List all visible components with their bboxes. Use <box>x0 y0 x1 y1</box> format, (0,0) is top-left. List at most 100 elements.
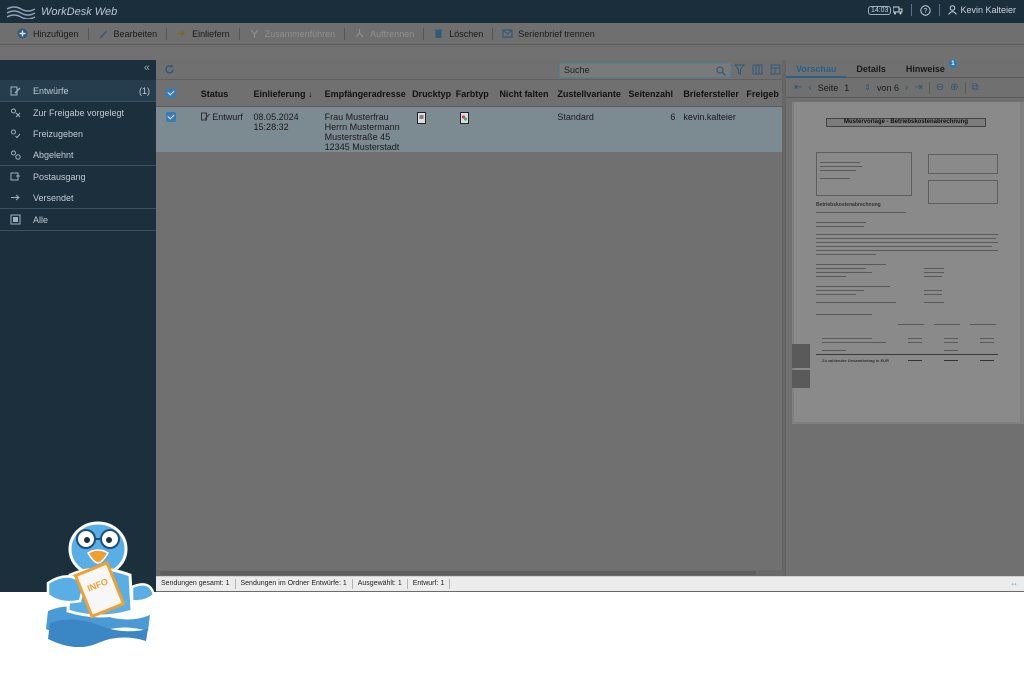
text-line <box>816 238 996 239</box>
text-line <box>816 314 872 315</box>
queue-indicator[interactable]: 14:03 <box>867 5 904 15</box>
serial-letter-icon <box>502 29 513 38</box>
column-header-delivery-variant[interactable]: Zustellvariante <box>557 82 629 107</box>
user-name: Kevin Kalteier <box>960 5 1016 15</box>
tab-hints[interactable]: Hinweise 1 <box>896 60 957 78</box>
recipient-window <box>816 152 912 196</box>
sidebar-item-all[interactable]: Alle <box>0 209 156 230</box>
refresh-icon[interactable] <box>164 64 175 75</box>
page-number-input[interactable]: 1 <box>844 83 858 93</box>
text-line <box>924 268 944 269</box>
sidebar-item-rejected[interactable]: Abgelehnt <box>0 144 156 165</box>
approve-icon <box>11 129 21 139</box>
status-cell: Entwurf <box>200 106 254 152</box>
column-header-status[interactable]: Status <box>200 82 254 107</box>
merge-icon <box>250 29 259 38</box>
column-header-color-type[interactable]: Farbtyp <box>455 82 500 107</box>
question-icon[interactable]: ? <box>920 4 932 16</box>
text-line <box>816 254 876 255</box>
columns-icon[interactable] <box>752 64 763 75</box>
user-menu[interactable]: Kevin Kalteier <box>948 5 1016 15</box>
sidebar-item-outbox[interactable]: Postausgang <box>0 166 156 187</box>
svg-text:?: ? <box>924 8 928 15</box>
last-page-button[interactable]: ⇥ <box>914 82 922 93</box>
select-all-header[interactable] <box>156 82 201 107</box>
add-label: Hinzufügen <box>33 28 79 39</box>
edit-button[interactable]: Bearbeiten <box>89 23 167 45</box>
text-line <box>924 290 942 291</box>
submission-cell: 08.05.2024 15:28:32 <box>253 106 325 152</box>
app-name: WorkDesk Web <box>41 5 118 18</box>
author-cell: kevin.kalteier <box>683 106 747 152</box>
status-draft: Entwurf: 1 <box>408 579 451 589</box>
first-page-button[interactable]: ⇤ <box>794 82 802 93</box>
select-all-checkbox[interactable] <box>166 87 176 98</box>
search-placeholder: Suche <box>564 65 590 75</box>
row-checkbox[interactable] <box>166 111 176 122</box>
title-bar: WorkDesk Web 14:03 ? Kevin Kalteier <box>0 0 1024 23</box>
serial-split-button[interactable]: Serienbrief trennen <box>493 23 604 45</box>
expand-arrows-icon[interactable]: ⇔ <box>1010 579 1018 588</box>
row-select-cell[interactable] <box>156 106 201 152</box>
table-row[interactable]: Entwurf 08.05.2024 15:28:32 Frau Musterf… <box>156 106 782 152</box>
open-external-icon[interactable]: ⧉ <box>972 82 979 93</box>
split-label: Auftrennen <box>370 28 415 39</box>
search-icon[interactable] <box>716 66 726 76</box>
shipment-list-panel: Suche Status Einlieferung ↓ Empfängeradr… <box>156 60 782 576</box>
divider <box>928 81 930 94</box>
sidebar-item-sent[interactable]: Versendet <box>0 187 156 208</box>
page-label: Seite <box>817 82 839 93</box>
folder-list: Entwürfe (1) Zur Freigabe vorgelegt Frei… <box>0 80 156 231</box>
scrollbar-thumb[interactable] <box>160 571 756 575</box>
status-text: Entwurf <box>212 111 243 122</box>
column-header-approver[interactable]: Freigeb <box>746 82 782 107</box>
submit-arrow-icon <box>177 30 186 37</box>
filter-icon[interactable] <box>734 64 745 75</box>
merge-label: Zusammenführen <box>264 28 336 39</box>
divider <box>939 4 941 16</box>
column-header-print-type[interactable]: Drucktyp <box>412 82 456 107</box>
page-count-cell: 6 <box>628 106 684 152</box>
logo-waves-icon <box>6 5 36 19</box>
column-header-no-fold[interactable]: Nicht falten <box>499 82 558 107</box>
list-view-controls <box>734 64 781 75</box>
text-line <box>944 350 958 351</box>
column-header-submission[interactable]: Einlieferung ↓ <box>253 82 325 107</box>
zoom-in-icon[interactable]: ⊕ <box>950 82 958 93</box>
text-line <box>816 272 872 273</box>
text-line <box>924 276 942 277</box>
sidebar-item-label: Entwürfe <box>33 85 69 96</box>
text-line <box>816 302 896 303</box>
page-stepper[interactable]: ⇕ <box>864 83 871 92</box>
text-line <box>822 338 872 339</box>
text-line <box>816 246 992 247</box>
preview-panel: Vorschau Details Hinweise 1 ⇤ ‹ Seite 1 … <box>786 60 1024 576</box>
column-header-author[interactable]: Briefersteller <box>683 82 747 107</box>
text-line <box>816 294 856 295</box>
column-header-address[interactable]: Empfängeradresse <box>324 82 413 107</box>
layout-icon[interactable] <box>770 64 781 75</box>
column-header-page-count[interactable]: Seitenzahl <box>628 82 684 107</box>
delete-button[interactable]: Löschen <box>424 23 492 45</box>
split-button[interactable]: Auftrennen <box>345 23 423 45</box>
collapse-sidebar-button[interactable]: « <box>144 62 150 74</box>
add-button[interactable]: Hinzufügen <box>8 23 88 45</box>
search-input[interactable]: Suche <box>559 63 731 78</box>
text-line <box>944 338 958 339</box>
sidebar-item-drafts[interactable]: Entwürfe (1) <box>0 80 156 101</box>
document-title: Mustervorlage - Betriebskostenabrechnung <box>826 118 986 127</box>
mascot-bird-icon[interactable]: INFO <box>40 505 158 647</box>
zoom-out-icon[interactable]: ⊖ <box>936 82 944 93</box>
sidebar-item-to-approve[interactable]: Freizugeben <box>0 123 156 144</box>
prev-page-button[interactable]: ‹ <box>808 82 811 93</box>
shipment-table: Status Einlieferung ↓ Empfängeradresse D… <box>156 82 782 152</box>
sidebar-item-approval-pending[interactable]: Zur Freigabe vorgelegt <box>0 102 156 123</box>
tab-preview[interactable]: Vorschau <box>786 60 847 78</box>
submit-button[interactable]: Einliefern <box>167 23 239 45</box>
next-page-button[interactable]: › <box>905 82 908 93</box>
text-line <box>980 338 994 339</box>
text-line <box>816 250 998 251</box>
status-bar: Sendungen gesamt: 1 Sendungen im Ordner … <box>156 576 1024 591</box>
tab-details[interactable]: Details <box>846 60 896 78</box>
merge-button[interactable]: Zusammenführen <box>240 23 345 45</box>
